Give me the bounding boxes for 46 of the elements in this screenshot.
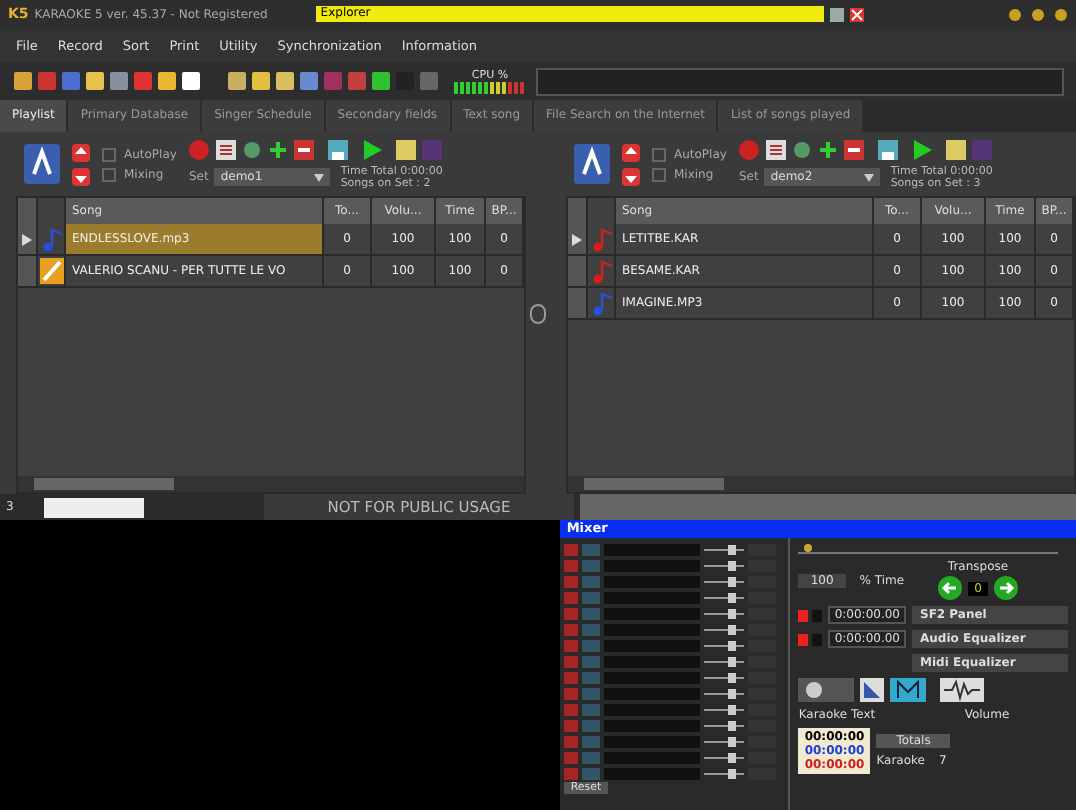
scrollbar-thumb[interactable] (34, 478, 174, 490)
close-icon[interactable] (850, 7, 865, 21)
row-header-cell[interactable] (568, 256, 588, 286)
chart-icon[interactable] (860, 678, 885, 702)
right-arrow-icon[interactable] (993, 576, 1018, 600)
row-header-cell[interactable] (18, 224, 38, 254)
minimize-icon[interactable] (830, 7, 845, 21)
caret-icon (864, 173, 875, 181)
window-controls-icon[interactable] (1008, 7, 1068, 21)
toolbar-icon[interactable] (274, 70, 296, 92)
move-down-icon[interactable] (72, 167, 90, 185)
caret-icon (314, 173, 325, 181)
play-icon[interactable] (362, 139, 383, 159)
splitter-handle[interactable] (530, 303, 546, 323)
slider-thumb[interactable] (803, 544, 812, 552)
list-icon[interactable] (766, 139, 787, 159)
list-icon[interactable] (216, 139, 237, 159)
toolbar-icon[interactable] (370, 70, 392, 92)
move-up-icon[interactable] (622, 143, 640, 161)
position-slider[interactable] (798, 544, 1059, 554)
row-header-cell[interactable] (568, 288, 588, 318)
toolbar-icon[interactable] (250, 70, 272, 92)
remove-icon[interactable] (294, 139, 315, 159)
row-header-cell[interactable] (18, 256, 38, 286)
add-icon[interactable] (268, 139, 289, 159)
toolbar-icon[interactable] (84, 70, 106, 92)
toolbar-icon[interactable] (156, 70, 178, 92)
input-field[interactable] (44, 497, 144, 517)
move-up-icon[interactable] (72, 143, 90, 161)
midi-icon[interactable] (890, 678, 927, 702)
left-arrow-icon[interactable] (938, 576, 963, 600)
save-icon[interactable] (328, 139, 349, 159)
current-row-icon (572, 233, 582, 245)
remove-icon[interactable] (844, 139, 865, 159)
save-icon[interactable] (878, 139, 899, 159)
play-icon[interactable] (912, 139, 933, 159)
add-icon[interactable] (818, 139, 839, 159)
current-row-icon (22, 233, 32, 245)
cpu-meter-icon (454, 81, 526, 93)
toolbar-icon[interactable] (226, 70, 248, 92)
row-header-cell[interactable] (568, 224, 588, 254)
waveform-icon[interactable] (940, 678, 985, 702)
toolbar-icon[interactable] (180, 70, 202, 92)
move-down-icon[interactable] (622, 167, 640, 185)
scrollbar-thumb[interactable] (584, 478, 724, 490)
toolbar-icon[interactable] (12, 70, 34, 92)
